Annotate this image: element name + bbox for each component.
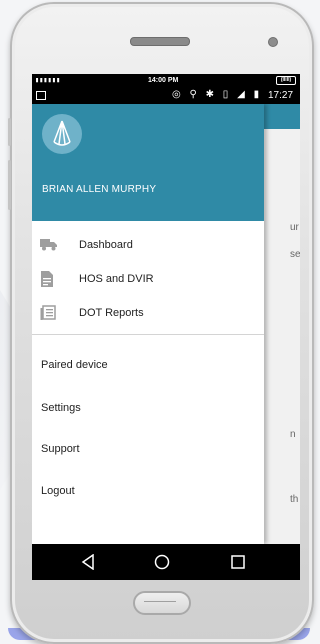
battery-icon: ▮ bbox=[253, 89, 263, 100]
menu-item-dashboard[interactable]: Dashboard bbox=[32, 228, 264, 261]
cell-signal-icon: ◢ bbox=[237, 89, 248, 100]
location-icon: ⚲ bbox=[189, 89, 200, 100]
status-icons: ◎ ⚲ ✱ ▯ ◢ ▮ bbox=[172, 89, 262, 100]
hotspot-icon: ◎ bbox=[172, 89, 184, 100]
top-status-strip: ▮▮▮▮▮▮ 14:00 PM (IIIII) bbox=[32, 74, 300, 88]
document-icon bbox=[40, 271, 56, 287]
signal-bars: ▮▮▮▮▮▮ bbox=[35, 76, 61, 84]
menu-item-settings[interactable]: Settings bbox=[41, 402, 81, 414]
bluetooth-icon: ✱ bbox=[205, 89, 218, 100]
menu-item-label: HOS and DVIR bbox=[79, 273, 154, 285]
report-icon bbox=[40, 305, 56, 320]
status-clock: 17:27 bbox=[268, 90, 294, 101]
vibrate-icon: ▯ bbox=[222, 89, 232, 100]
drawer-header: BRIAN ALLEN MURPHY bbox=[32, 104, 264, 221]
menu-item-paired-device[interactable]: Paired device bbox=[41, 359, 108, 371]
back-icon[interactable] bbox=[81, 553, 99, 571]
home-circle-icon[interactable] bbox=[154, 554, 172, 570]
phone-home-button-line bbox=[144, 601, 176, 602]
phone-side-button-left bbox=[8, 118, 11, 146]
android-status-bar: ◎ ⚲ ✱ ▯ ◢ ▮ 17:27 bbox=[32, 88, 300, 104]
user-name: BRIAN ALLEN MURPHY bbox=[42, 184, 157, 195]
menu-item-dot-reports[interactable]: DOT Reports bbox=[32, 296, 264, 329]
menu-divider bbox=[32, 334, 264, 335]
background-text-fragment: n bbox=[290, 429, 296, 440]
battery-indicator: (IIIII) bbox=[276, 76, 296, 85]
phone-camera bbox=[268, 37, 278, 47]
background-text-fragment: th bbox=[290, 494, 299, 505]
menu-item-support[interactable]: Support bbox=[41, 443, 80, 455]
app-logo-icon bbox=[42, 114, 82, 154]
image-notification-icon bbox=[36, 91, 46, 100]
app-content: ur se n th BRIAN ALLEN MURPHY Dashboard … bbox=[32, 104, 300, 544]
menu-item-label: Dashboard bbox=[79, 239, 133, 251]
menu-item-hos-and-dvir[interactable]: HOS and DVIR bbox=[32, 262, 264, 295]
android-navigation-bar bbox=[32, 544, 300, 580]
recents-square-icon[interactable] bbox=[231, 554, 249, 570]
menu-item-label: DOT Reports bbox=[79, 307, 144, 319]
background-text-fragment: ur bbox=[290, 222, 299, 233]
background-text-fragment: se bbox=[290, 249, 300, 260]
phone-screen: ▮▮▮▮▮▮ 14:00 PM (IIIII) ◎ ⚲ ✱ ▯ ◢ ▮ 17:2… bbox=[32, 74, 300, 580]
app-header-behind-drawer bbox=[264, 104, 300, 129]
phone-home-button[interactable] bbox=[133, 591, 191, 615]
phone-speaker bbox=[130, 37, 190, 46]
navigation-drawer: BRIAN ALLEN MURPHY Dashboard HOS and DVI… bbox=[32, 104, 264, 544]
phone-side-button-left-2 bbox=[8, 160, 11, 210]
truck-icon bbox=[40, 237, 57, 251]
top-time: 14:00 PM bbox=[148, 77, 179, 84]
app-body-behind-drawer bbox=[264, 129, 300, 544]
menu-item-logout[interactable]: Logout bbox=[41, 485, 75, 497]
